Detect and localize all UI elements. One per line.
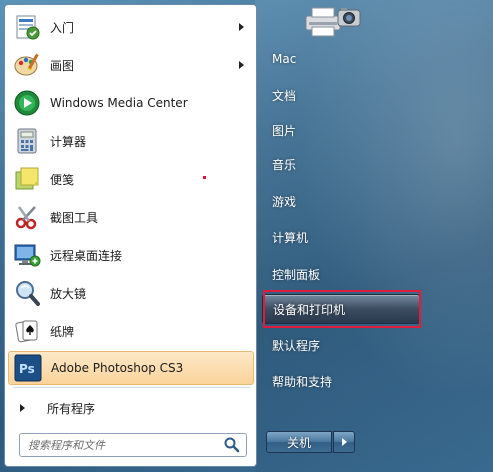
program-item[interactable]: Ps Adobe Photoshop CS3: [8, 351, 254, 385]
program-item[interactable]: 画图: [8, 48, 254, 82]
right-link-label: 音乐: [272, 157, 297, 172]
right-link[interactable]: 文档: [262, 80, 420, 110]
shutdown-button[interactable]: 关机: [266, 431, 332, 453]
program-label: 计算器: [50, 134, 87, 149]
right-link[interactable]: 游戏: [262, 186, 420, 216]
right-link-label: 计算机: [272, 230, 309, 245]
program-item[interactable]: 放大镜: [8, 276, 254, 310]
program-label: 便笺: [50, 172, 75, 187]
search-icon[interactable]: [223, 436, 241, 454]
right-link-label: 设备和打印机: [273, 302, 346, 317]
photoshop-icon: Ps: [13, 353, 43, 383]
program-item[interactable]: 便笺: [8, 162, 254, 196]
search-box[interactable]: [19, 433, 247, 457]
program-item[interactable]: 远程桌面连接: [8, 238, 254, 272]
programs-panel: 入门画图 Windows Media Center 计算器便笺截图工具远程桌面连接放…: [4, 4, 257, 467]
right-link[interactable]: 默认程序: [262, 330, 420, 360]
right-link-label: 控制面板: [272, 267, 321, 282]
all-programs-button[interactable]: 所有程序: [8, 394, 254, 422]
solitaire-icon: [12, 316, 42, 346]
right-link[interactable]: 音乐: [262, 149, 420, 179]
right-link-label: Mac: [272, 52, 297, 66]
program-item[interactable]: 截图工具: [8, 200, 254, 234]
right-link-label: 默认程序: [272, 338, 321, 353]
program-label: 远程桌面连接: [50, 248, 123, 263]
program-label: 画图: [50, 58, 75, 73]
right-link[interactable]: 帮助和支持: [262, 366, 420, 396]
calculator-icon: [12, 126, 42, 156]
submenu-arrow-icon[interactable]: [239, 61, 244, 69]
program-label: 放大镜: [50, 286, 87, 301]
shutdown-options-button[interactable]: [333, 431, 355, 453]
right-link-label: 帮助和支持: [272, 374, 333, 389]
right-link-label: 图片: [272, 123, 297, 138]
program-label: 截图工具: [50, 210, 99, 225]
right-link[interactable]: 控制面板: [262, 259, 420, 289]
program-label: Windows Media Center: [50, 96, 188, 110]
remote-desktop-icon: [12, 240, 42, 270]
shutdown-label: 关机: [286, 435, 311, 450]
triangle-right-icon: [341, 438, 347, 446]
paint-icon: [12, 50, 42, 80]
program-item[interactable]: Windows Media Center: [8, 86, 254, 120]
program-item[interactable]: 纸牌: [8, 314, 254, 348]
svg-text:Ps: Ps: [19, 362, 35, 376]
search-input[interactable]: [20, 437, 223, 453]
snipping-tool-icon: [12, 202, 42, 232]
submenu-arrow-icon[interactable]: [239, 23, 244, 31]
all-programs-label: 所有程序: [47, 401, 96, 416]
program-label: 入门: [50, 20, 75, 35]
right-link[interactable]: 设备和打印机: [262, 294, 420, 324]
right-link-label: 游戏: [272, 194, 297, 209]
program-item[interactable]: 入门: [8, 10, 254, 44]
program-item[interactable]: 计算器: [8, 124, 254, 158]
right-link[interactable]: Mac: [262, 44, 420, 74]
divider: [13, 387, 251, 388]
right-link[interactable]: 图片: [262, 115, 420, 145]
triangle-right-icon: [20, 404, 25, 412]
right-link[interactable]: 计算机: [262, 222, 420, 252]
red-dot: [203, 176, 206, 179]
program-label: Adobe Photoshop CS3: [51, 361, 184, 375]
sticky-notes-icon: [12, 164, 42, 194]
program-label: 纸牌: [50, 324, 75, 339]
media-center-icon: [12, 88, 42, 118]
magnifier-icon: [12, 278, 42, 308]
right-link-label: 文档: [272, 88, 297, 103]
start-menu: 入门画图 Windows Media Center 计算器便笺截图工具远程桌面连接放…: [0, 0, 493, 472]
devices-printers-icon: [300, 0, 364, 42]
getting-started-icon: [12, 12, 42, 42]
